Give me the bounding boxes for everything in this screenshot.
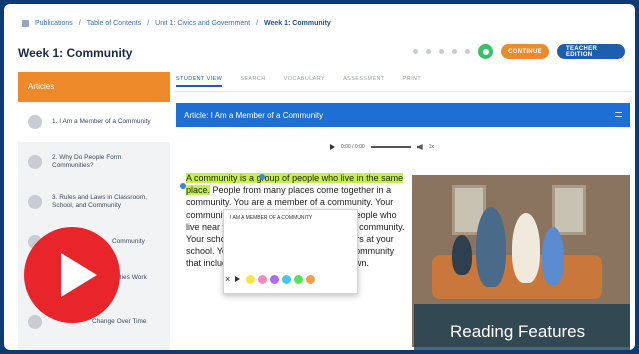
continue-button[interactable]: CONTINUE xyxy=(501,44,549,59)
reading-features-caption: Reading Features xyxy=(450,322,586,341)
breadcrumb: Publications / Table of Contents / Unit … xyxy=(22,20,331,27)
menu-icon[interactable] xyxy=(615,112,622,117)
highlight-color-picker: × xyxy=(225,274,316,284)
swatch-green[interactable] xyxy=(294,274,304,284)
tab-divider xyxy=(174,91,632,92)
toolbar-dot-3[interactable] xyxy=(439,49,444,54)
page-title: Week 1: Community xyxy=(18,46,133,60)
sidebar-item-2[interactable]: 2. Why Do People Form Communities? xyxy=(18,142,170,182)
tab-print[interactable]: PRINT xyxy=(403,76,422,87)
audio-player: 0:00 / 0:00 1x xyxy=(330,144,434,150)
play-icon xyxy=(61,253,97,297)
audio-time: 0:00 / 0:00 xyxy=(341,144,365,150)
sidebar-item-1[interactable]: 1. I Am a Member of a Community xyxy=(18,102,170,142)
swatch-purple[interactable] xyxy=(270,274,280,284)
header-actions: CONTINUE TEACHER EDITION xyxy=(413,44,625,59)
tab-vocabulary[interactable]: VOCABULARY xyxy=(284,76,326,87)
swatch-blue[interactable] xyxy=(282,274,292,284)
popup-title: I AM A MEMBER OF A COMMUNITY xyxy=(230,215,313,221)
selection-handle-start[interactable] xyxy=(180,183,186,189)
home-icon[interactable] xyxy=(22,20,29,27)
play-icon[interactable] xyxy=(235,276,241,282)
sidebar-item-label: 3. Rules and Laws in Classroom, School, … xyxy=(52,194,148,209)
teacher-edition-button[interactable]: TEACHER EDITION xyxy=(557,44,625,59)
sidebar-item-3[interactable]: 3. Rules and Laws in Classroom, School, … xyxy=(18,182,170,222)
audio-play-icon[interactable] xyxy=(330,144,335,150)
article-icon xyxy=(28,155,42,169)
article-title: Article: I Am a Member of a Community xyxy=(184,110,324,120)
sidebar-item-label: 1. I Am a Member of a Community xyxy=(52,118,151,125)
toolbar-dot-2[interactable] xyxy=(426,49,431,54)
highlighted-term[interactable]: A community xyxy=(186,173,238,183)
swatch-pink[interactable] xyxy=(258,274,268,284)
video-play-button[interactable] xyxy=(24,227,120,323)
toolbar-dot-4[interactable] xyxy=(452,49,457,54)
article-icon xyxy=(28,315,42,329)
sidebar-heading: Articles xyxy=(18,72,170,102)
article-title-bar: Article: I Am a Member of a Community xyxy=(176,103,630,127)
user-icon xyxy=(482,48,489,55)
article-icon xyxy=(28,115,42,129)
breadcrumb-item-unit[interactable]: Unit 1: Civics and Government xyxy=(155,20,250,27)
breadcrumb-current: Week 1: Community xyxy=(264,20,331,27)
user-avatar[interactable] xyxy=(478,44,493,59)
toolbar-dot-5[interactable] xyxy=(465,49,470,54)
tab-assessment[interactable]: ASSESSMENT xyxy=(343,76,385,87)
selection-handle-end[interactable] xyxy=(259,174,265,180)
toolbar-dot-1[interactable] xyxy=(413,49,418,54)
swatch-yellow[interactable] xyxy=(246,274,256,284)
article-icon xyxy=(28,195,42,209)
audio-progress-slider[interactable] xyxy=(370,146,411,148)
swatch-orange[interactable] xyxy=(306,274,316,284)
volume-icon[interactable] xyxy=(416,144,423,150)
app-window: Publications / Table of Contents / Unit … xyxy=(4,4,635,350)
breadcrumb-item-publications[interactable]: Publications xyxy=(35,20,73,27)
close-icon[interactable]: × xyxy=(225,274,230,284)
tab-student-view[interactable]: STUDENT VIEW xyxy=(176,76,223,87)
tab-search[interactable]: SEARCH xyxy=(240,76,265,87)
sidebar-item-label: 2. Why Do People Form Communities? xyxy=(52,154,122,169)
breadcrumb-item-toc[interactable]: Table of Contents xyxy=(87,20,141,27)
view-tabs: STUDENT VIEW SEARCH VOCABULARY ASSESSMEN… xyxy=(176,76,421,87)
audio-speed[interactable]: 1x xyxy=(429,144,434,150)
